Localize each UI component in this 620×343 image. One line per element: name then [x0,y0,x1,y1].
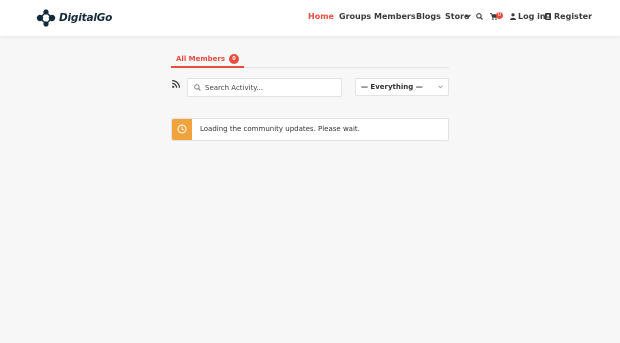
search-icon[interactable] [476,13,483,20]
login-link[interactable]: Log in [518,12,546,21]
nav-members[interactable]: Members [374,12,416,21]
cart-count-badge: 0 [496,12,503,19]
loading-notice: Loading the community updates. Please wa… [171,118,449,141]
notice-message: Loading the community updates. Please wa… [200,125,360,133]
nav-home[interactable]: Home [308,12,334,21]
nav-blogs[interactable]: Blogs [416,12,441,21]
search-input[interactable] [205,79,339,96]
notice-icon-bar [172,119,192,140]
search-icon [194,84,201,91]
filter-selected-value: — Everything — [361,83,423,91]
nav-groups[interactable]: Groups [339,12,371,21]
register-link[interactable]: Register [554,12,592,21]
activity-search [187,78,342,97]
tab-label: All Members [176,54,226,63]
activity-tabs: All Members 0 [171,51,449,68]
rss-icon[interactable] [172,80,180,88]
site-logo[interactable]: DigitalGo [35,8,112,28]
activity-filter-select[interactable]: — Everything — [355,78,449,96]
clock-icon [177,124,187,134]
chevron-down-icon [465,14,471,19]
chevron-down-icon [438,85,443,89]
user-icon [510,13,516,20]
logo-mark-icon [36,9,56,27]
tab-count-badge: 0 [229,53,240,64]
tab-all-members[interactable]: All Members 0 [171,51,245,68]
register-icon [545,13,551,20]
logo-text: DigitalGo [59,12,113,24]
site-header: DigitalGo Home Groups Members Blogs Stor… [0,0,620,36]
